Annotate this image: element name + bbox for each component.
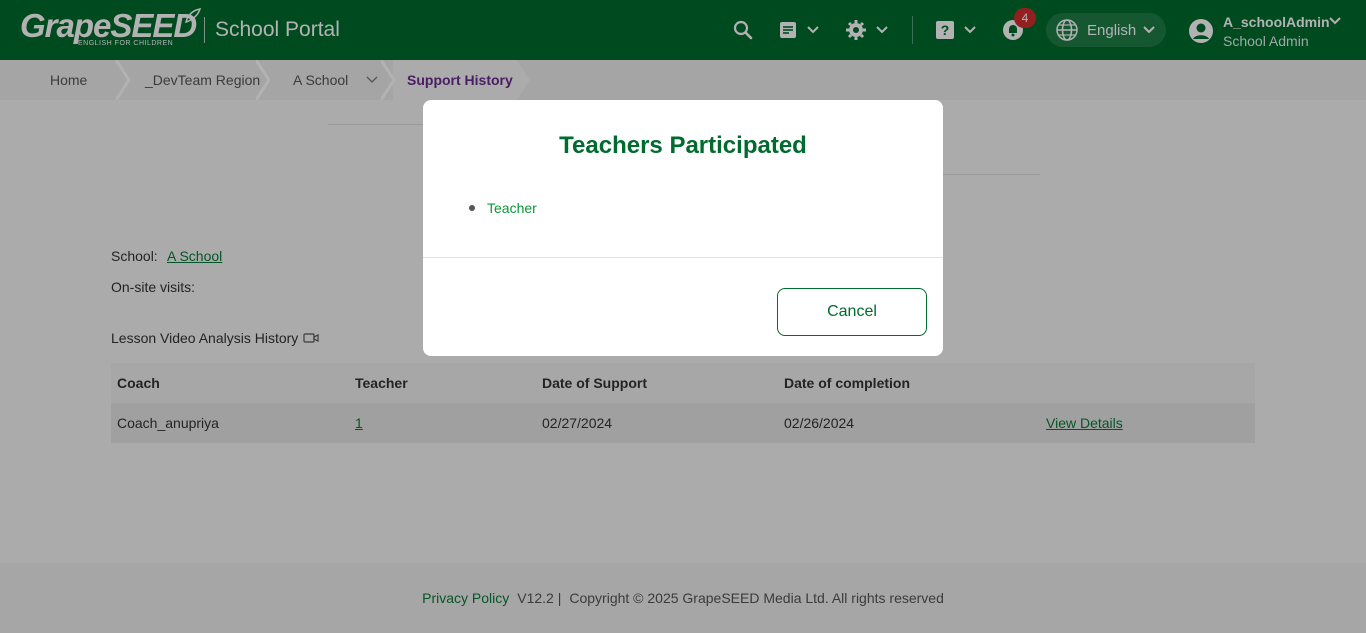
cancel-button[interactable]: Cancel (777, 288, 927, 336)
bullet-icon (469, 205, 475, 211)
list-item: Teacher (469, 200, 537, 216)
teacher-name: Teacher (487, 200, 537, 216)
teacher-list: Teacher (469, 200, 537, 216)
dialog-title: Teachers Participated (559, 132, 807, 159)
teachers-participated-dialog: Teachers Participated Teacher Cancel (423, 100, 943, 356)
dialog-divider (423, 257, 943, 258)
